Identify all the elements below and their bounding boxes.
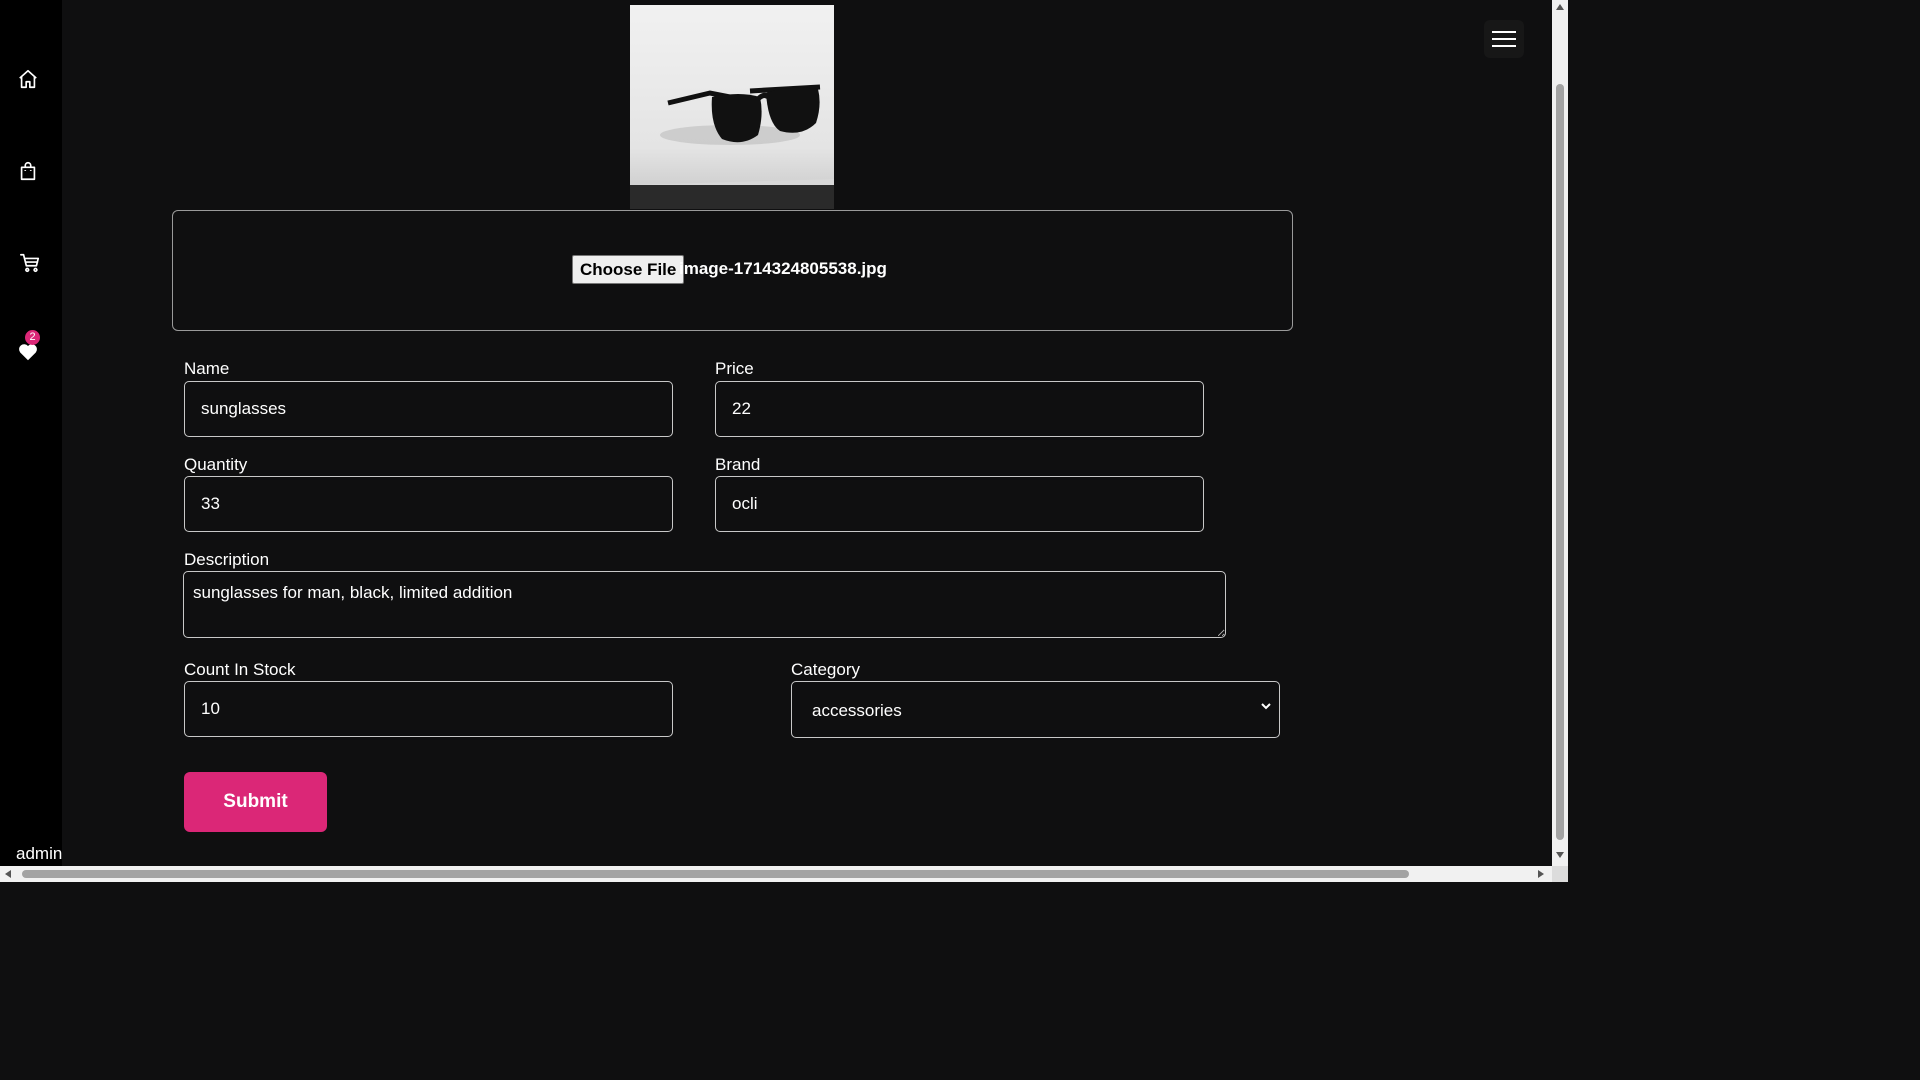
sidebar: 2 admin bbox=[0, 0, 62, 866]
sidebar-item-home[interactable] bbox=[14, 65, 42, 93]
description-label: Description bbox=[184, 550, 270, 569]
category-label: Category bbox=[791, 660, 860, 679]
price-input[interactable] bbox=[715, 381, 1204, 437]
chevron-down-icon bbox=[1261, 703, 1271, 710]
horizontal-scroll-thumb[interactable] bbox=[22, 870, 1409, 878]
description-textarea[interactable]: sunglasses for man, black, limited addit… bbox=[183, 571, 1226, 638]
menu-button[interactable] bbox=[1484, 20, 1524, 58]
sunglasses-image bbox=[630, 84, 834, 209]
brand-label: Brand bbox=[715, 455, 761, 474]
selected-file-name: image-1714324805538.jpg bbox=[679, 259, 887, 278]
category-select[interactable]: accessories bbox=[791, 681, 1280, 738]
price-label: Price bbox=[715, 359, 754, 378]
menu-line bbox=[1492, 45, 1516, 47]
menu-line bbox=[1492, 38, 1516, 40]
count-in-stock-label: Count In Stock bbox=[184, 660, 296, 679]
vertical-scroll-thumb[interactable] bbox=[1556, 84, 1564, 840]
heart-icon bbox=[19, 344, 37, 361]
quantity-input[interactable] bbox=[184, 476, 673, 532]
scroll-down-icon[interactable] bbox=[1556, 852, 1564, 858]
count-in-stock-input[interactable] bbox=[184, 681, 673, 737]
cart-icon bbox=[20, 253, 40, 273]
submit-button[interactable]: Submit bbox=[184, 772, 327, 832]
product-image-preview bbox=[630, 5, 834, 209]
scrollbar-corner bbox=[1552, 866, 1568, 882]
scroll-right-icon[interactable] bbox=[1538, 870, 1544, 878]
scroll-left-icon[interactable] bbox=[5, 870, 11, 878]
user-label[interactable]: admin bbox=[16, 844, 62, 864]
vertical-scrollbar[interactable] bbox=[1552, 0, 1568, 866]
sidebar-item-shop[interactable] bbox=[14, 157, 42, 185]
brand-input[interactable] bbox=[715, 476, 1204, 532]
category-selected-value: accessories bbox=[812, 701, 902, 720]
menu-line bbox=[1492, 31, 1516, 33]
quantity-label: Quantity bbox=[184, 455, 248, 474]
name-input[interactable] bbox=[184, 381, 673, 437]
home-icon bbox=[19, 69, 37, 89]
sidebar-item-cart[interactable] bbox=[16, 249, 44, 277]
scroll-up-icon[interactable] bbox=[1556, 4, 1564, 10]
name-label: Name bbox=[184, 359, 230, 378]
favorites-count-badge: 2 bbox=[25, 330, 40, 345]
shopping-bag-icon bbox=[20, 161, 36, 181]
choose-file-button[interactable]: Choose File bbox=[572, 255, 685, 284]
horizontal-scrollbar[interactable] bbox=[0, 866, 1552, 882]
